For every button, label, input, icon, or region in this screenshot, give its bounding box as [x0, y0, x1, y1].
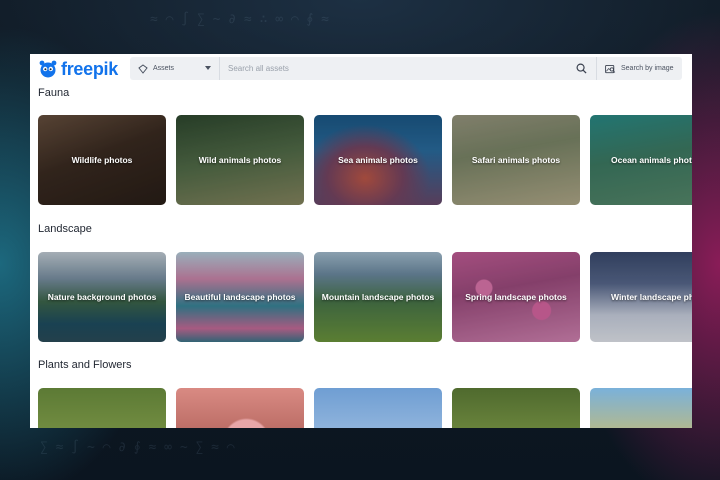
card-label: Nature background photos — [47, 291, 157, 302]
search-input[interactable] — [228, 58, 558, 79]
category-card[interactable] — [590, 388, 692, 428]
section-title-fauna: Fauna — [38, 87, 70, 99]
category-card[interactable]: Safari animals photos — [452, 115, 580, 205]
chevron-down-icon — [205, 66, 211, 70]
category-card[interactable] — [38, 388, 166, 428]
category-card[interactable]: Sea animals photos — [314, 115, 442, 205]
background-scribble: ∑ ≈ ∫ ~ ⌒ ∂ ∮ ≈ ∞ ~ ∑ ≈ ⌒ — [40, 440, 235, 455]
card-row-landscape: Nature background photos Beautiful lands… — [38, 252, 692, 342]
card-row-fauna: Wildlife photos Wild animals photos Sea … — [38, 115, 692, 205]
search-by-image-button[interactable]: Search by image — [596, 57, 682, 80]
asset-type-dropdown[interactable]: Assets — [130, 57, 220, 80]
card-label: Wildlife photos — [71, 154, 133, 165]
section-title-landscape: Landscape — [38, 223, 92, 235]
card-label: Ocean animals photos — [611, 154, 692, 165]
search-bar: Assets Search by image — [130, 57, 682, 80]
header: freepik Assets Search all assets Search … — [30, 54, 692, 84]
search-by-image-label: Search by image — [621, 65, 674, 72]
category-card[interactable] — [314, 388, 442, 428]
category-card[interactable] — [452, 388, 580, 428]
category-card[interactable]: Spring landscape photos — [452, 252, 580, 342]
card-label: Wild animals photos — [198, 154, 282, 165]
card-label: Spring landscape photos — [465, 291, 567, 302]
card-label: Mountain landscape photos — [321, 291, 435, 302]
card-label: Sea animals photos — [338, 154, 418, 165]
card-label: Beautiful landscape photos — [184, 291, 296, 302]
assets-icon — [138, 63, 148, 74]
card-label: Winter landscape photos — [611, 291, 692, 302]
category-card[interactable]: Winter landscape photos — [590, 252, 692, 342]
card-label: Safari animals photos — [471, 154, 561, 165]
category-card[interactable]: Wild animals photos — [176, 115, 304, 205]
category-card[interactable]: Mountain landscape photos — [314, 252, 442, 342]
background-scribble: ≈ ⌒ ∫ ∑ ~ ∂ ≈ ∴ ∞ ⌒ ∮ ≈ — [150, 12, 329, 27]
logo[interactable]: freepik — [38, 59, 130, 80]
category-card[interactable]: Ocean animals photos — [590, 115, 692, 205]
category-card[interactable]: Wildlife photos — [38, 115, 166, 205]
category-card[interactable]: Nature background photos — [38, 252, 166, 342]
freepik-logo-icon — [39, 60, 57, 78]
section-title-plants-and-flowers: Plants and Flowers — [38, 359, 132, 371]
category-card[interactable]: Beautiful landscape photos — [176, 252, 304, 342]
asset-type-label: Assets — [153, 65, 175, 72]
image-search-icon — [605, 64, 616, 73]
logo-text: freepik — [61, 58, 118, 79]
browser-window: freepik Assets Search all assets Search … — [30, 54, 692, 428]
category-card[interactable] — [176, 388, 304, 428]
card-row-plants-and-flowers — [38, 388, 692, 428]
search-icon[interactable] — [576, 63, 587, 74]
